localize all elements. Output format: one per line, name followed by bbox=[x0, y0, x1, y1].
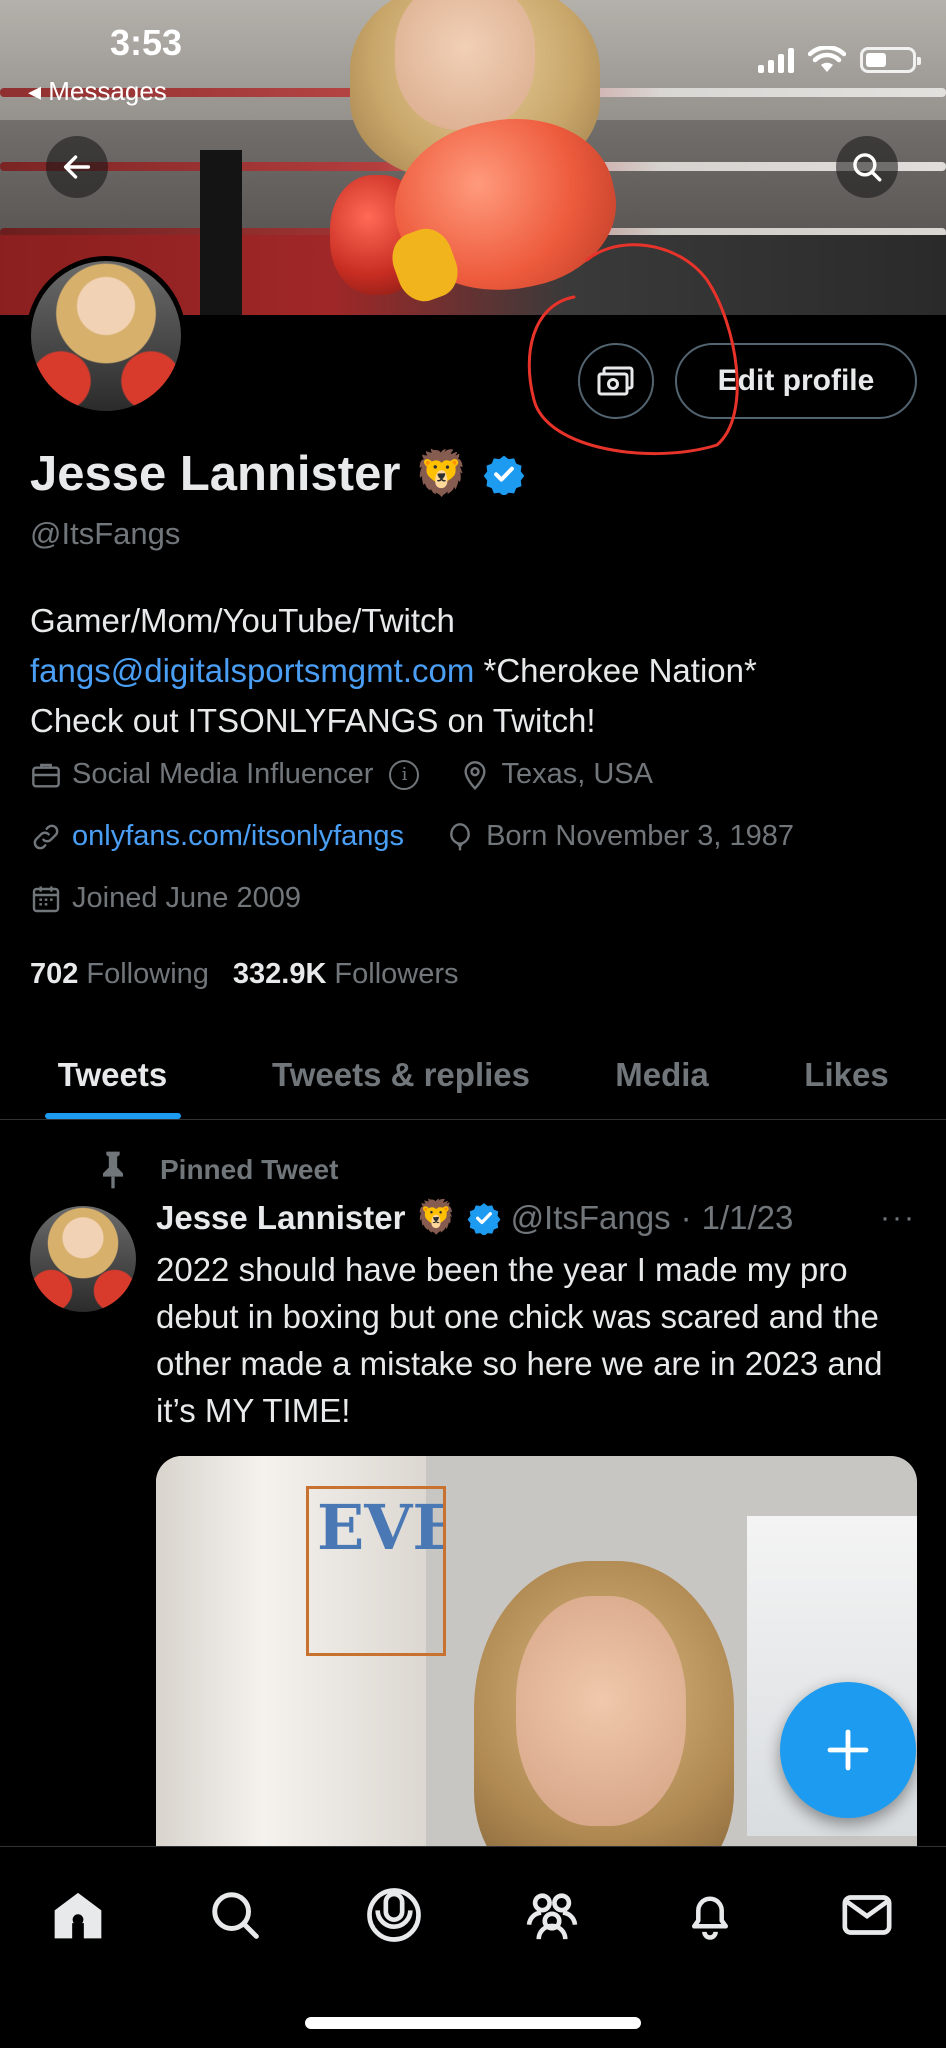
tweet-separator: · bbox=[680, 1198, 692, 1236]
profile-birthday: Born November 3, 1987 bbox=[444, 820, 794, 853]
profile-bio: Gamer/Mom/YouTube/Twitch fangs@digitalsp… bbox=[30, 596, 920, 746]
lion-emoji: 🦁 bbox=[415, 1198, 457, 1235]
tweet-author-avatar[interactable] bbox=[30, 1206, 136, 1312]
status-time: 3:53 bbox=[110, 22, 183, 63]
info-icon[interactable]: i bbox=[389, 759, 420, 790]
media-person-face bbox=[516, 1596, 686, 1826]
balloon-icon bbox=[450, 822, 470, 850]
location-text: Texas, USA bbox=[501, 758, 653, 790]
profile-website[interactable]: onlyfans.com/itsonlyfangs bbox=[30, 820, 404, 853]
edit-profile-button[interactable]: Edit profile bbox=[675, 343, 917, 419]
tab-media[interactable]: Media bbox=[577, 1030, 747, 1119]
bio-line: fangs@digitalsportsmgmt.com *Cherokee Na… bbox=[30, 646, 920, 696]
tweet-date[interactable]: 1/1/23 bbox=[702, 1199, 794, 1237]
profile-display-name: Jesse Lannister bbox=[30, 447, 401, 501]
calendar-icon bbox=[32, 885, 60, 912]
plus-icon bbox=[827, 1729, 869, 1771]
home-indicator[interactable] bbox=[305, 2017, 641, 2029]
tweet-header: Jesse Lannister 🦁 @ItsFangs · 1/1/23 ··· bbox=[156, 1198, 916, 1237]
lion-emoji: 🦁 bbox=[414, 449, 470, 498]
verified-badge-icon[interactable] bbox=[483, 453, 525, 495]
spaces-icon bbox=[367, 1888, 421, 1942]
banner-person-face bbox=[395, 0, 535, 130]
status-icons bbox=[758, 46, 921, 74]
followers-label: Followers bbox=[334, 958, 459, 990]
active-tab-indicator bbox=[44, 1113, 181, 1119]
tweet-more-button[interactable]: ··· bbox=[880, 1201, 916, 1235]
profile-name-row: Jesse Lannister 🦁 bbox=[30, 446, 525, 502]
home-icon bbox=[54, 1892, 102, 1939]
back-button[interactable] bbox=[46, 136, 108, 198]
link-icon bbox=[33, 824, 59, 849]
nav-messages[interactable] bbox=[835, 1883, 899, 1947]
profile-tabs: Tweets Tweets & replies Media Likes bbox=[0, 1030, 946, 1120]
money-icon bbox=[597, 366, 634, 396]
bio-line: Gamer/Mom/YouTube/Twitch bbox=[30, 602, 455, 639]
compose-tweet-button[interactable] bbox=[780, 1682, 916, 1818]
status-back-to-app[interactable]: ◂ Messages bbox=[28, 76, 167, 107]
nav-home[interactable] bbox=[46, 1883, 110, 1947]
tab-label: Media bbox=[615, 1055, 709, 1093]
following-count: 702 bbox=[30, 958, 79, 990]
following-label: Following bbox=[86, 958, 209, 990]
media-bag-label: EVERL bbox=[306, 1486, 446, 1656]
birthday-text: Born November 3, 1987 bbox=[486, 820, 794, 852]
profile-avatar[interactable] bbox=[26, 256, 186, 416]
arrow-left-icon bbox=[63, 155, 91, 179]
nav-spaces[interactable] bbox=[362, 1883, 426, 1947]
pinned-indicator: Pinned Tweet bbox=[96, 1150, 338, 1190]
profile-handle: @ItsFangs bbox=[30, 516, 181, 551]
nav-communities[interactable] bbox=[520, 1883, 584, 1947]
tab-label: Tweets bbox=[57, 1055, 168, 1093]
profile-stats: 702 Following 332.9K Followers bbox=[30, 958, 459, 991]
tab-label: Tweets & replies bbox=[272, 1055, 530, 1093]
verified-badge-icon bbox=[467, 1202, 500, 1235]
profile-meta-row: Joined June 2009 bbox=[30, 882, 341, 915]
profile-meta-row: onlyfans.com/itsonlyfangs Born November … bbox=[30, 820, 834, 853]
cellular-signal-icon bbox=[758, 47, 794, 73]
pinned-label: Pinned Tweet bbox=[160, 1154, 339, 1185]
tab-tweets-and-replies[interactable]: Tweets & replies bbox=[225, 1030, 577, 1119]
nav-search[interactable] bbox=[203, 1883, 267, 1947]
profile-category: Social Media Influencer i bbox=[30, 758, 420, 791]
bottom-navigation bbox=[0, 1846, 946, 2048]
notifications-icon bbox=[692, 1896, 728, 1940]
profile-search-button[interactable] bbox=[836, 136, 898, 198]
followers-count: 332.9K bbox=[232, 958, 327, 990]
search-icon bbox=[212, 1892, 259, 1939]
followers-stat[interactable]: 332.9K Followers bbox=[233, 958, 459, 991]
joined-text: Joined June 2009 bbox=[72, 882, 301, 914]
location-pin-icon bbox=[464, 760, 486, 790]
tweet-author-handle[interactable]: @ItsFangs bbox=[511, 1199, 671, 1237]
profile-location: Texas, USA bbox=[459, 758, 653, 791]
search-icon bbox=[853, 153, 882, 182]
profile-meta-row: Social Media Influencer i Texas, USA bbox=[30, 758, 693, 791]
pin-icon bbox=[103, 1151, 123, 1189]
nav-notifications[interactable] bbox=[678, 1883, 742, 1947]
bio-email-link[interactable]: fangs@digitalsportsmgmt.com bbox=[30, 652, 474, 689]
communities-icon bbox=[526, 1893, 578, 1940]
briefcase-icon bbox=[32, 763, 60, 788]
wifi-icon bbox=[808, 46, 846, 72]
tweet-author-name[interactable]: Jesse Lannister bbox=[156, 1199, 405, 1237]
tab-likes[interactable]: Likes bbox=[747, 1030, 946, 1119]
profile-joined: Joined June 2009 bbox=[30, 882, 301, 915]
tweet-text: 2022 should have been the year I made my… bbox=[156, 1251, 883, 1429]
category-text: Social Media Influencer bbox=[72, 758, 374, 790]
bio-line: Check out ITSONLYFANGS on Twitch! bbox=[30, 702, 596, 739]
bio-text: *Cherokee Nation* bbox=[474, 652, 757, 689]
battery-icon bbox=[860, 47, 921, 73]
tab-label: Likes bbox=[804, 1055, 889, 1093]
website-link[interactable]: onlyfans.com/itsonlyfangs bbox=[72, 820, 404, 853]
following-stat[interactable]: 702 Following bbox=[30, 958, 209, 991]
tip-button[interactable] bbox=[578, 343, 654, 419]
tab-tweets[interactable]: Tweets bbox=[0, 1030, 225, 1119]
messages-icon bbox=[842, 1895, 892, 1935]
banner-ring-post bbox=[200, 150, 242, 315]
